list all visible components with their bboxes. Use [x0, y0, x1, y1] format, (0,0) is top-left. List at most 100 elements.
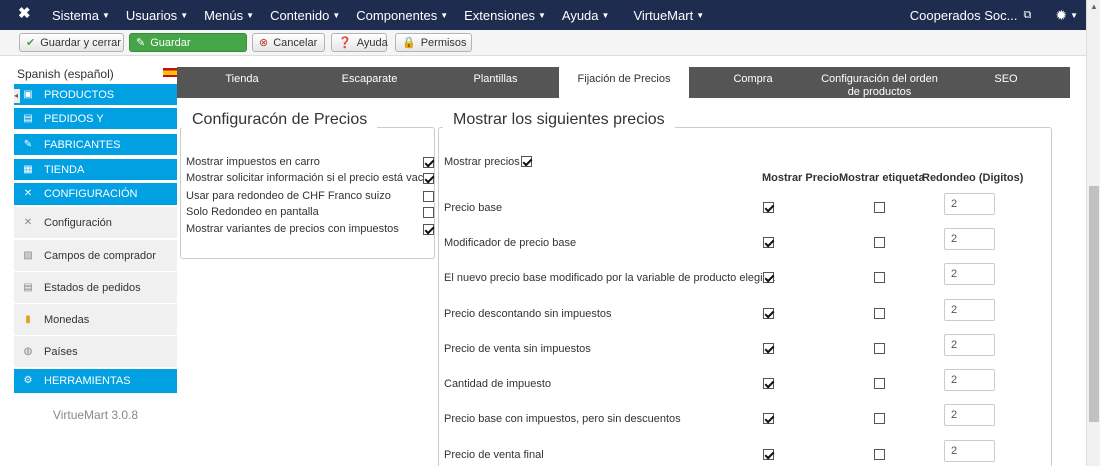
option-checkbox[interactable]	[423, 224, 434, 235]
page-scrollbar[interactable]: ▲	[1086, 0, 1100, 466]
menu-extensiones[interactable]: Extensiones ▼	[464, 8, 546, 23]
menu-sistema[interactable]: Sistema ▼	[52, 8, 110, 23]
cancel-label: Cancelar	[273, 36, 318, 49]
tab-compra[interactable]: Compra	[689, 67, 817, 98]
scroll-up-arrow-icon[interactable]: ▲	[1087, 2, 1100, 11]
sidebar: Spanish (español) ▣ PRODUCTOS ▤ PEDIDOS …	[14, 64, 177, 466]
save-close-label: Guardar y cerrar	[40, 36, 121, 49]
sidebar-subitem-paises[interactable]: ◍ Países	[14, 336, 177, 367]
rounding-input[interactable]	[944, 193, 995, 215]
tab-escaparate[interactable]: Escaparate	[307, 67, 432, 98]
tab-fijacion-precios[interactable]: Fijación de Precios	[559, 67, 689, 98]
orders-icon: ▤	[23, 112, 33, 124]
top-navbar: ✖ Sistema ▼ Usuarios ▼ Menús ▼ Contenido ▼ C…	[0, 0, 1100, 30]
show-price-checkbox[interactable]	[763, 413, 774, 424]
permissions-button[interactable]: 🔒 Permisos	[395, 33, 472, 52]
option-checkbox[interactable]	[423, 157, 434, 168]
option-checkbox[interactable]	[423, 173, 434, 184]
joomla-logo-icon[interactable]: ✖	[18, 6, 34, 22]
coins-icon: ▮	[25, 313, 31, 325]
rounding-input[interactable]	[944, 440, 995, 462]
gear-icon[interactable]: ✹ ▼	[1055, 7, 1078, 24]
sidebar-subitem-estados[interactable]: ▤ Estados de pedidos	[14, 272, 177, 303]
price-row-label: Cantidad de impuesto	[444, 378, 552, 390]
help-label: Ayuda	[356, 36, 388, 49]
show-tag-checkbox[interactable]	[874, 202, 885, 213]
sidebar-item-herramientas[interactable]: ⚙ HERRAMIENTAS	[14, 369, 177, 393]
rounding-input[interactable]	[944, 263, 995, 285]
sidebar-label: Monedas	[44, 313, 90, 326]
lock-icon: 🔒	[402, 37, 416, 49]
sidebar-item-fabricantes[interactable]: ✎ FABRICANTES	[14, 134, 177, 155]
menu-componentes[interactable]: Componentes ▼	[356, 8, 448, 23]
rounding-input[interactable]	[944, 369, 995, 391]
sidebar-label: Campos de comprador	[44, 249, 156, 262]
tab-seo[interactable]: SEO	[942, 67, 1070, 98]
show-price-checkbox[interactable]	[763, 272, 774, 283]
save-close-button[interactable]: ✔ Guardar y cerrar	[19, 33, 124, 52]
toolbar: ✔ Guardar y cerrar ✎ Guardar ⊗ Cancelar …	[0, 30, 1086, 56]
sidebar-subitem-configuracion[interactable]: ✕ Configuración	[14, 207, 177, 238]
tab-orden-productos[interactable]: Configuración del orden de productos	[817, 67, 942, 98]
rounding-input[interactable]	[944, 299, 995, 321]
show-tag-checkbox[interactable]	[874, 272, 885, 283]
option-checkbox[interactable]	[423, 191, 434, 202]
sidebar-item-tienda[interactable]: ▦ TIENDA	[14, 159, 177, 180]
show-tag-checkbox[interactable]	[874, 237, 885, 248]
price-row-label: Modificador de precio base	[444, 237, 577, 249]
collapse-sidebar-icon[interactable]: ◂	[14, 89, 20, 103]
menu-ayuda[interactable]: Ayuda ▼	[562, 8, 610, 23]
language-label: Spanish (español)	[17, 67, 114, 81]
rounding-input[interactable]	[944, 334, 995, 356]
show-prices-toggle: Mostrar precios	[444, 156, 532, 168]
sidebar-label: CONFIGURACIÓN	[44, 188, 138, 200]
option-label: Mostrar variantes de precios con impuest…	[186, 223, 399, 235]
show-tag-checkbox[interactable]	[874, 413, 885, 424]
menu-virtuemart[interactable]: VirtueMart ▼	[633, 8, 704, 23]
menu-usuarios[interactable]: Usuarios ▼	[126, 8, 188, 23]
menu-menus[interactable]: Menús ▼	[204, 8, 254, 23]
price-row: Precio base con impuestos, pero sin desc…	[444, 404, 1084, 434]
sidebar-subitem-monedas[interactable]: ▮ Monedas	[14, 304, 177, 335]
sidebar-label: PEDIDOS Y	[44, 112, 104, 125]
option-checkbox[interactable]	[423, 207, 434, 218]
user-area: Cooperados Soc... ⧉ ✹ ▼	[910, 0, 1078, 30]
caret-down-icon: ▼	[440, 10, 449, 20]
tab-tienda[interactable]: Tienda	[177, 67, 307, 98]
show-price-checkbox[interactable]	[763, 237, 774, 248]
show-tag-checkbox[interactable]	[874, 378, 885, 389]
show-prices-checkbox[interactable]	[520, 156, 532, 167]
main-menu: Sistema ▼ Usuarios ▼ Menús ▼ Contenido ▼ Com…	[52, 0, 720, 30]
scrollbar-thumb[interactable]	[1089, 186, 1099, 422]
show-prices-label: Mostrar precios	[444, 156, 520, 168]
cancel-button[interactable]: ⊗ Cancelar	[252, 33, 325, 52]
price-row: Precio de venta sin impuestos	[444, 334, 1084, 364]
sidebar-item-configuracion[interactable]: ✕ CONFIGURACIÓN	[14, 183, 177, 205]
tab-plantillas[interactable]: Plantillas	[432, 67, 559, 98]
save-button[interactable]: ✎ Guardar	[129, 33, 247, 52]
rounding-input[interactable]	[944, 228, 995, 250]
show-tag-checkbox[interactable]	[874, 308, 885, 319]
sidebar-item-pedidos[interactable]: ▤ PEDIDOS Y	[14, 108, 177, 129]
price-row: Precio de venta final	[444, 440, 1084, 466]
tab-bar: Tienda Escaparate Plantillas Fijación de…	[177, 67, 1070, 98]
sidebar-label: TIENDA	[44, 163, 85, 176]
menu-label: Contenido	[270, 7, 330, 23]
show-price-checkbox[interactable]	[763, 343, 774, 354]
rounding-input[interactable]	[944, 404, 995, 426]
option-row: Mostrar impuestos en carro	[186, 156, 434, 168]
menu-label: VirtueMart	[633, 7, 694, 23]
spain-flag-icon[interactable]	[163, 68, 177, 77]
show-tag-checkbox[interactable]	[874, 343, 885, 354]
help-button[interactable]: ❓ Ayuda	[331, 33, 388, 52]
sidebar-item-productos[interactable]: ▣ PRODUCTOS	[14, 84, 177, 105]
external-link-icon[interactable]: ⧉	[1023, 9, 1031, 22]
show-price-checkbox[interactable]	[763, 308, 774, 319]
site-link[interactable]: Cooperados Soc...	[910, 8, 1018, 23]
show-price-checkbox[interactable]	[763, 449, 774, 460]
show-price-checkbox[interactable]	[763, 202, 774, 213]
show-tag-checkbox[interactable]	[874, 449, 885, 460]
sidebar-subitem-campos[interactable]: ▧ Campos de comprador	[14, 240, 177, 271]
menu-contenido[interactable]: Contenido ▼	[270, 8, 340, 23]
show-price-checkbox[interactable]	[763, 378, 774, 389]
